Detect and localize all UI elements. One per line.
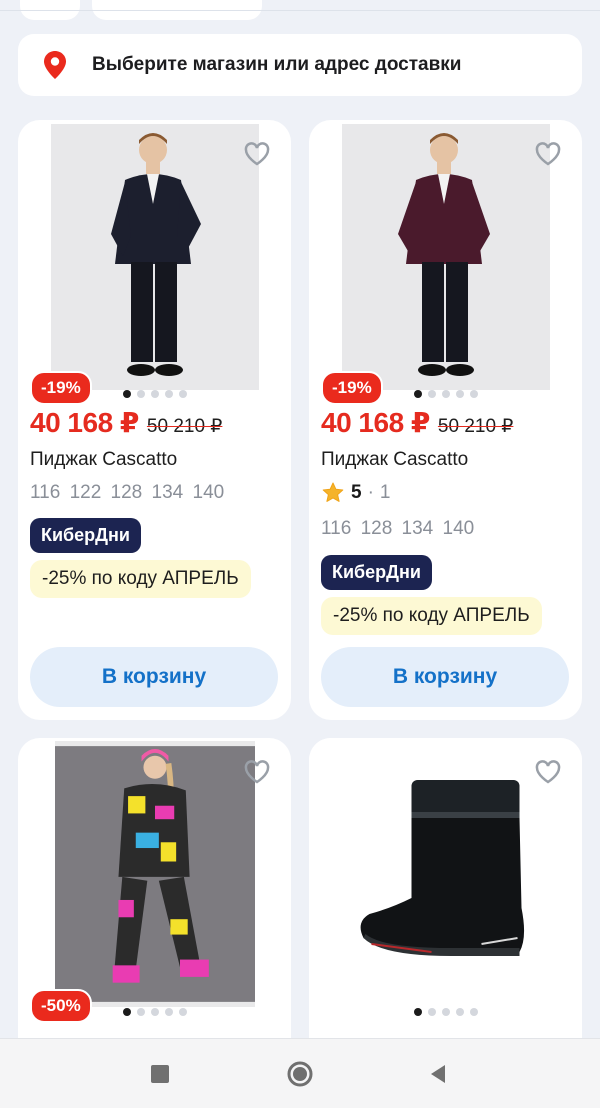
recent-apps-icon[interactable] bbox=[145, 1059, 175, 1089]
discount-badge: -19% bbox=[321, 371, 383, 405]
product-rating[interactable]: 5 · 1 bbox=[321, 481, 390, 505]
product-photo bbox=[342, 124, 550, 390]
product-image-area[interactable]: -19% bbox=[18, 120, 291, 410]
delivery-address-selector[interactable]: Выберите магазин или адрес доставки bbox=[18, 34, 582, 96]
cyberdays-badge: КиберДни bbox=[30, 518, 141, 553]
product-image-area[interactable]: -50% bbox=[18, 738, 291, 1028]
discount-badge: -50% bbox=[30, 989, 92, 1023]
image-carousel-dots[interactable] bbox=[18, 1008, 291, 1016]
divider bbox=[0, 10, 600, 11]
product-photo bbox=[55, 741, 255, 1007]
favorite-heart-icon[interactable] bbox=[534, 758, 562, 786]
current-price: 40 168 ₽ bbox=[30, 407, 139, 438]
star-icon bbox=[322, 482, 344, 502]
promo-code-label: -25% по коду АПРЕЛЬ bbox=[30, 560, 251, 598]
address-label: Выберите магазин или адрес доставки bbox=[92, 54, 462, 75]
system-navigation-bar bbox=[0, 1038, 600, 1108]
old-price: 50 210 ₽ bbox=[437, 416, 514, 437]
image-carousel-dots[interactable] bbox=[18, 390, 291, 398]
favorite-heart-icon[interactable] bbox=[243, 758, 271, 786]
current-price: 40 168 ₽ bbox=[321, 407, 430, 438]
product-card[interactable]: -19% 40 168 ₽ 50 210 ₽ Пиджак Cascatto 5… bbox=[309, 120, 582, 720]
back-icon[interactable] bbox=[423, 1059, 453, 1089]
image-carousel-dots[interactable] bbox=[309, 1008, 582, 1016]
product-name[interactable]: Пиджак Cascatto bbox=[321, 449, 468, 471]
location-pin-icon bbox=[44, 51, 66, 79]
product-image-area[interactable]: -19% bbox=[309, 120, 582, 410]
promo-code-label: -25% по коду АПРЕЛЬ bbox=[321, 597, 542, 635]
cyberdays-badge: КиберДни bbox=[321, 555, 432, 590]
top-filter-strip bbox=[0, 0, 600, 20]
add-to-cart-button[interactable]: В корзину bbox=[30, 647, 278, 707]
favorite-heart-icon[interactable] bbox=[243, 140, 271, 168]
discount-badge: -19% bbox=[30, 371, 92, 405]
size-list: 116 128 134 140 bbox=[321, 518, 475, 539]
product-image-area[interactable] bbox=[309, 738, 582, 1028]
home-icon[interactable] bbox=[285, 1059, 315, 1089]
old-price: 50 210 ₽ bbox=[146, 416, 223, 437]
product-name[interactable]: Пиджак Cascatto bbox=[30, 449, 177, 471]
price-row: 40 168 ₽ 50 210 ₽ bbox=[30, 406, 222, 439]
image-carousel-dots[interactable] bbox=[309, 390, 582, 398]
product-card[interactable]: -19% 40 168 ₽ 50 210 ₽ Пиджак Cascatto 1… bbox=[18, 120, 291, 720]
add-to-cart-button[interactable]: В корзину bbox=[321, 647, 569, 707]
favorite-heart-icon[interactable] bbox=[534, 140, 562, 168]
price-row: 40 168 ₽ 50 210 ₽ bbox=[321, 406, 513, 439]
size-list: 116 122 128 134 140 bbox=[30, 482, 225, 503]
rating-value: 5 bbox=[351, 482, 362, 503]
rating-separator: · bbox=[367, 482, 374, 503]
review-count: 1 bbox=[379, 482, 391, 503]
product-photo bbox=[51, 124, 259, 390]
